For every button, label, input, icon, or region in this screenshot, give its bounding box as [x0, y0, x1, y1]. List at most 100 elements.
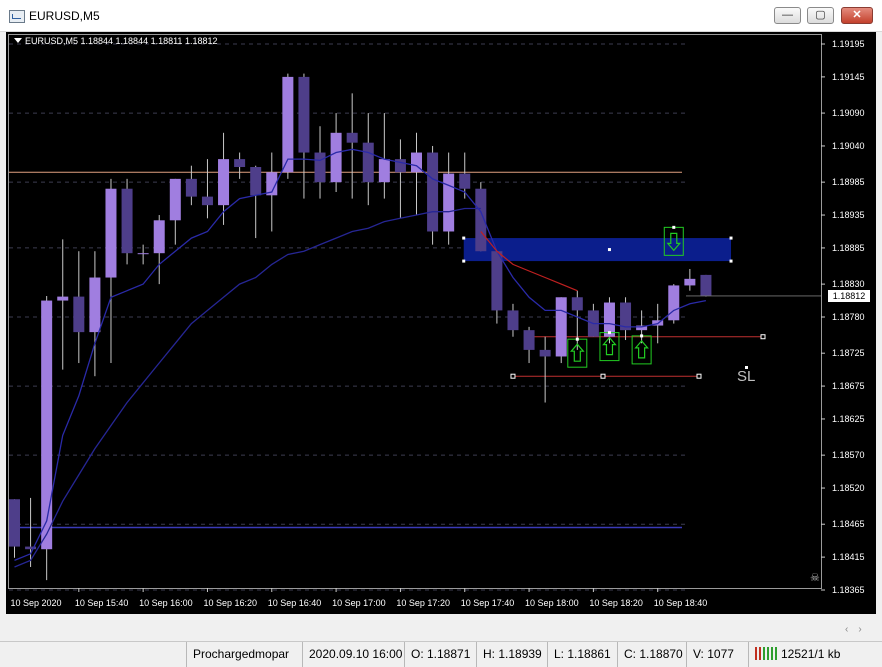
- status-open: O: 1.18871: [404, 642, 476, 667]
- candle-body: [700, 274, 712, 296]
- time-tick-label: 10 Sep 16:40: [267, 598, 322, 608]
- status-volume: V: 1077: [686, 642, 748, 667]
- candle-body: [234, 159, 246, 168]
- time-tick-label: 10 Sep 18:40: [653, 598, 708, 608]
- ma-slow-line: [14, 207, 481, 568]
- candle-body: [668, 285, 680, 321]
- time-tick-label: 10 Sep 15:40: [74, 598, 129, 608]
- candle-body: [491, 251, 503, 311]
- price-tick-label: 1.19090: [832, 108, 865, 119]
- ma-fast-line: [14, 148, 707, 562]
- zone-anchor: [607, 248, 611, 252]
- time-tick-label: 10 Sep 16:20: [203, 598, 258, 608]
- candle-body: [539, 349, 551, 357]
- price-tick-label: 1.18985: [832, 177, 865, 188]
- time-tick-label: 10 Sep 17:20: [396, 598, 450, 608]
- zone-anchor: [729, 259, 733, 263]
- time-tick-label: 10 Sep 17:00: [332, 598, 386, 608]
- signal-anchor: [575, 337, 579, 341]
- time-tick-label: 10 Sep 2020: [10, 598, 62, 608]
- triangle-down-icon: [14, 38, 22, 43]
- candle-body: [41, 300, 53, 550]
- symbol-info[interactable]: EURUSD,M5 1.18844 1.18844 1.18811 1.1881…: [14, 36, 217, 46]
- arrow-up-icon: [634, 339, 649, 359]
- sl-anchor: [600, 373, 606, 379]
- candle-body: [443, 173, 455, 232]
- price-tick-label: 1.18935: [832, 210, 865, 221]
- chart-window-icon: [9, 10, 25, 23]
- close-button[interactable]: ✕: [841, 7, 873, 24]
- sl-anchor: [510, 373, 516, 379]
- sl-anchor: [760, 334, 766, 340]
- signal-anchor: [640, 334, 644, 338]
- signal-anchor: [672, 225, 676, 229]
- price-tick-label: 1.18625: [832, 413, 865, 424]
- time-tick-label: 10 Sep 18:00: [525, 598, 579, 608]
- zone-anchor: [462, 236, 466, 240]
- candle-body: [298, 76, 310, 153]
- status-bar: Prochargedmopar 2020.09.10 16:00 O: 1.18…: [0, 641, 882, 667]
- chart-scroll-arrows[interactable]: ‹›: [845, 624, 872, 635]
- price-tick-label: 1.18365: [832, 585, 865, 595]
- chart-canvas[interactable]: [6, 32, 876, 614]
- time-tick-label: 10 Sep 18:20: [589, 598, 643, 608]
- window-title: EURUSD,M5: [29, 9, 100, 23]
- candle-body: [153, 220, 165, 254]
- candle-body: [89, 277, 101, 333]
- chart-frame: [8, 34, 822, 589]
- status-low: L: 1.18861: [547, 642, 617, 667]
- candle-body: [346, 132, 358, 143]
- candle-body: [684, 278, 696, 286]
- candle-body: [523, 330, 535, 350]
- candle-body: [201, 196, 213, 206]
- candle-body: [427, 152, 439, 232]
- sl-anchor: [696, 373, 702, 379]
- current-price-label: 1.18812: [828, 289, 870, 302]
- price-tick-label: 1.19195: [832, 39, 865, 49]
- price-tick-label: 1.18465: [832, 519, 865, 530]
- status-datetime: 2020.09.10 16:00: [302, 642, 404, 667]
- sl-label[interactable]: SL: [737, 368, 755, 385]
- candle-body: [169, 178, 181, 221]
- maximize-button[interactable]: ▢: [807, 7, 834, 24]
- price-tick-label: 1.19145: [832, 71, 865, 82]
- status-close: C: 1.18870: [617, 642, 686, 667]
- candle-body: [9, 499, 20, 547]
- price-tick-label: 1.18780: [832, 312, 865, 322]
- candle-body: [330, 132, 342, 183]
- candle-body: [507, 310, 519, 331]
- skull-icon: ☠: [810, 572, 820, 584]
- candle-body: [57, 296, 69, 301]
- price-tick-label: 1.18570: [832, 450, 865, 461]
- candle-body: [73, 296, 85, 333]
- candle-body: [282, 76, 294, 173]
- price-tick-label: 1.18675: [832, 381, 865, 392]
- symbol-quote: EURUSD,M5 1.18844 1.18844 1.18811 1.1881…: [25, 36, 218, 46]
- time-tick-label: 10 Sep 17:40: [460, 598, 515, 608]
- zone-anchor: [729, 236, 733, 240]
- price-tick-label: 1.18885: [832, 242, 865, 253]
- candle-body: [314, 152, 326, 183]
- candle-body: [459, 173, 471, 189]
- zone-anchor: [462, 259, 466, 263]
- candle-body: [571, 297, 583, 311]
- price-chart[interactable]: EURUSD,M5 1.18844 1.18844 1.18811 1.1881…: [6, 32, 876, 614]
- price-tick-label: 1.18415: [832, 552, 865, 563]
- candle-body: [185, 178, 197, 197]
- signal-anchor: [607, 331, 611, 335]
- minimize-button[interactable]: —: [774, 7, 801, 24]
- candle-body: [250, 167, 262, 196]
- candle-body: [378, 159, 390, 183]
- title-bar: EURUSD,M5 — ▢ ✕: [0, 0, 882, 32]
- candle-body: [218, 159, 230, 206]
- status-profile[interactable]: Prochargedmopar: [186, 642, 302, 667]
- candle-body: [362, 142, 374, 183]
- status-connection[interactable]: 12521/1 kb: [748, 642, 882, 667]
- price-tick-label: 1.18520: [832, 483, 865, 494]
- time-tick-label: 10 Sep 16:00: [139, 598, 193, 608]
- candle-body: [555, 297, 567, 357]
- price-tick-label: 1.18830: [832, 279, 865, 290]
- candle-body: [137, 253, 149, 255]
- status-traffic: 12521/1 kb: [781, 647, 841, 661]
- price-tick-label: 1.18725: [832, 348, 865, 359]
